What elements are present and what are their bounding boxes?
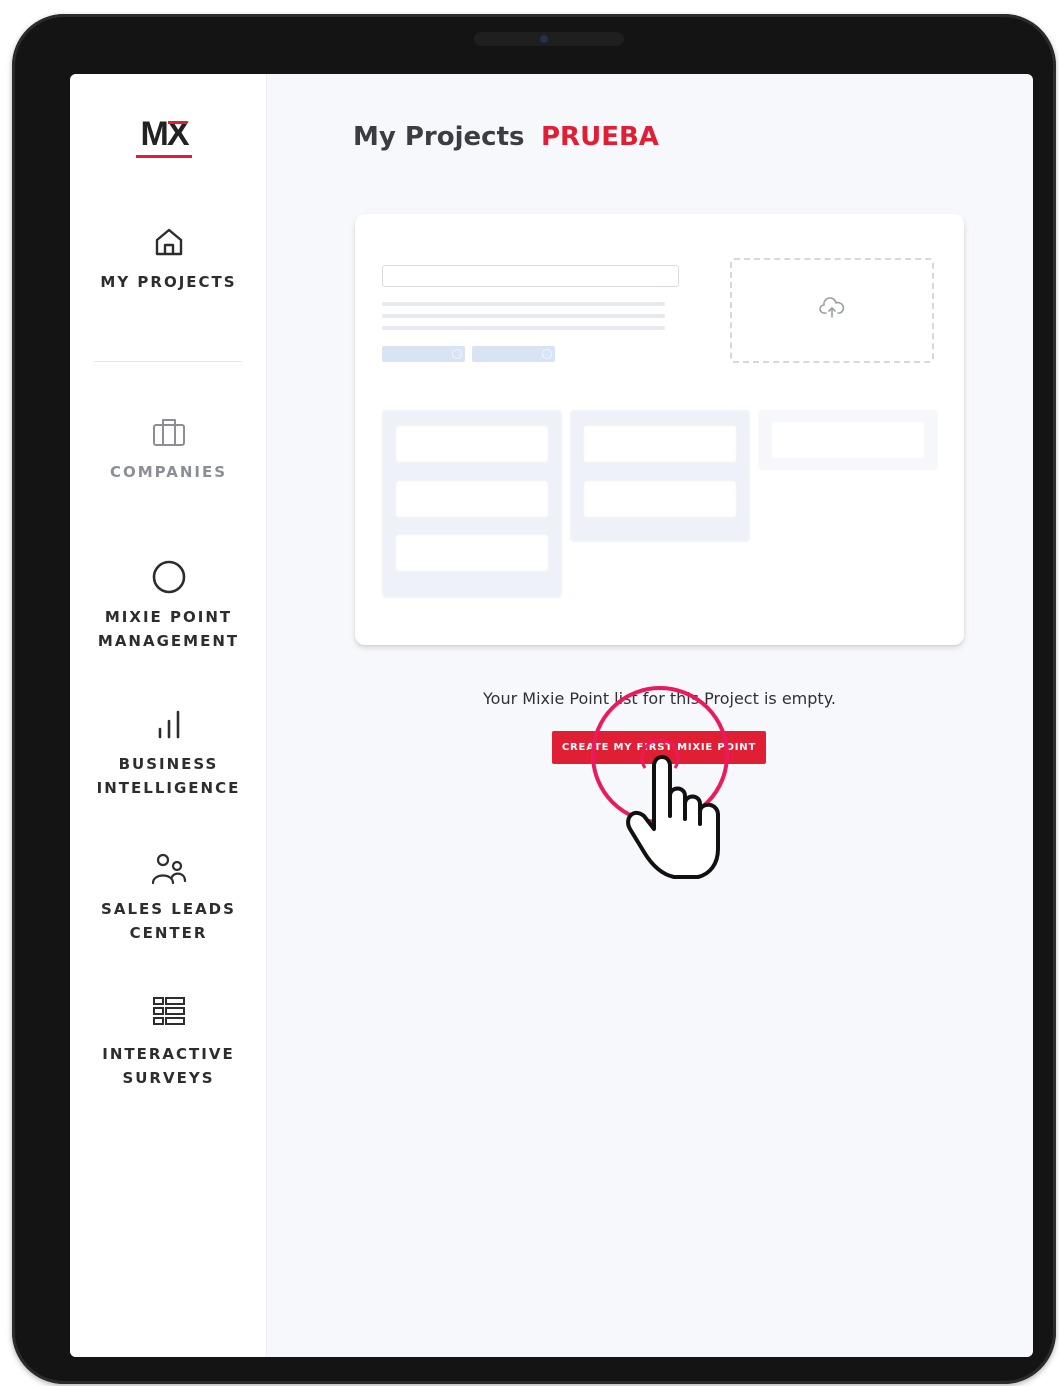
placeholder-line <box>382 314 665 318</box>
sidebar-divider <box>94 361 242 362</box>
create-first-mixie-point-button[interactable]: CREATE MY FIRST MIXIE POINT <box>552 731 766 764</box>
sidebar-item-label: INTERACTIVE SURVEYS <box>102 1045 235 1087</box>
placeholder-tag <box>382 346 465 362</box>
sidebar-item-my-projects[interactable]: MY PROJECTS <box>70 222 267 294</box>
app-screen: MX MY PROJECTS COMPANIES MIXIE POINT MAN… <box>70 74 1033 1357</box>
sidebar-item-label: SALES LEADS CENTER <box>101 900 236 942</box>
placeholder-card <box>396 535 548 571</box>
placeholder-card <box>772 422 924 458</box>
placeholder-card <box>396 426 548 462</box>
placeholder-column <box>382 410 562 598</box>
empty-state-illustration <box>355 214 964 645</box>
home-icon <box>149 222 189 262</box>
users-icon <box>149 849 189 889</box>
sidebar-item-label: BUSINESS INTELLIGENCE <box>96 755 241 797</box>
empty-state-message: Your Mixie Point list for this Project i… <box>483 689 836 708</box>
placeholder-column <box>570 410 750 542</box>
brand-logo[interactable]: MX <box>132 116 196 160</box>
placeholder-line <box>382 326 665 330</box>
placeholder-line <box>382 302 665 306</box>
sidebar-item-companies[interactable]: COMPANIES <box>70 412 267 484</box>
bar-chart-icon <box>149 704 189 744</box>
sidebar-item-label: COMPANIES <box>109 463 228 481</box>
placeholder-card <box>396 481 548 517</box>
placeholder-card <box>584 481 736 517</box>
briefcase-icon <box>149 412 189 452</box>
front-camera <box>474 32 624 46</box>
tablet-frame: MX MY PROJECTS COMPANIES MIXIE POINT MAN… <box>12 14 1056 1384</box>
placeholder-input <box>382 265 679 287</box>
placeholder-column <box>758 410 938 470</box>
sidebar-item-sales-leads-center[interactable]: SALES LEADS CENTER <box>70 849 267 945</box>
sidebar-item-mixie-point-management[interactable]: MIXIE POINT MANAGEMENT <box>70 557 267 653</box>
placeholder-tag <box>472 346 555 362</box>
page-title: My Projects <box>353 122 525 152</box>
sidebar-item-business-intelligence[interactable]: BUSINESS INTELLIGENCE <box>70 704 267 800</box>
upload-dropzone <box>730 258 934 363</box>
project-name: PRUEBA <box>541 122 659 152</box>
sidebar-item-label: MY PROJECTS <box>100 273 237 291</box>
upload-cloud-icon <box>819 297 845 324</box>
list-icon <box>149 994 189 1034</box>
sidebar-item-interactive-surveys[interactable]: INTERACTIVE SURVEYS <box>70 994 267 1090</box>
placeholder-card <box>584 426 736 462</box>
hand-pointer-icon <box>626 755 720 879</box>
circle-icon <box>149 557 189 597</box>
sidebar: MX MY PROJECTS COMPANIES MIXIE POINT MAN… <box>70 74 267 1357</box>
sidebar-item-label: MIXIE POINT MANAGEMENT <box>97 608 240 650</box>
